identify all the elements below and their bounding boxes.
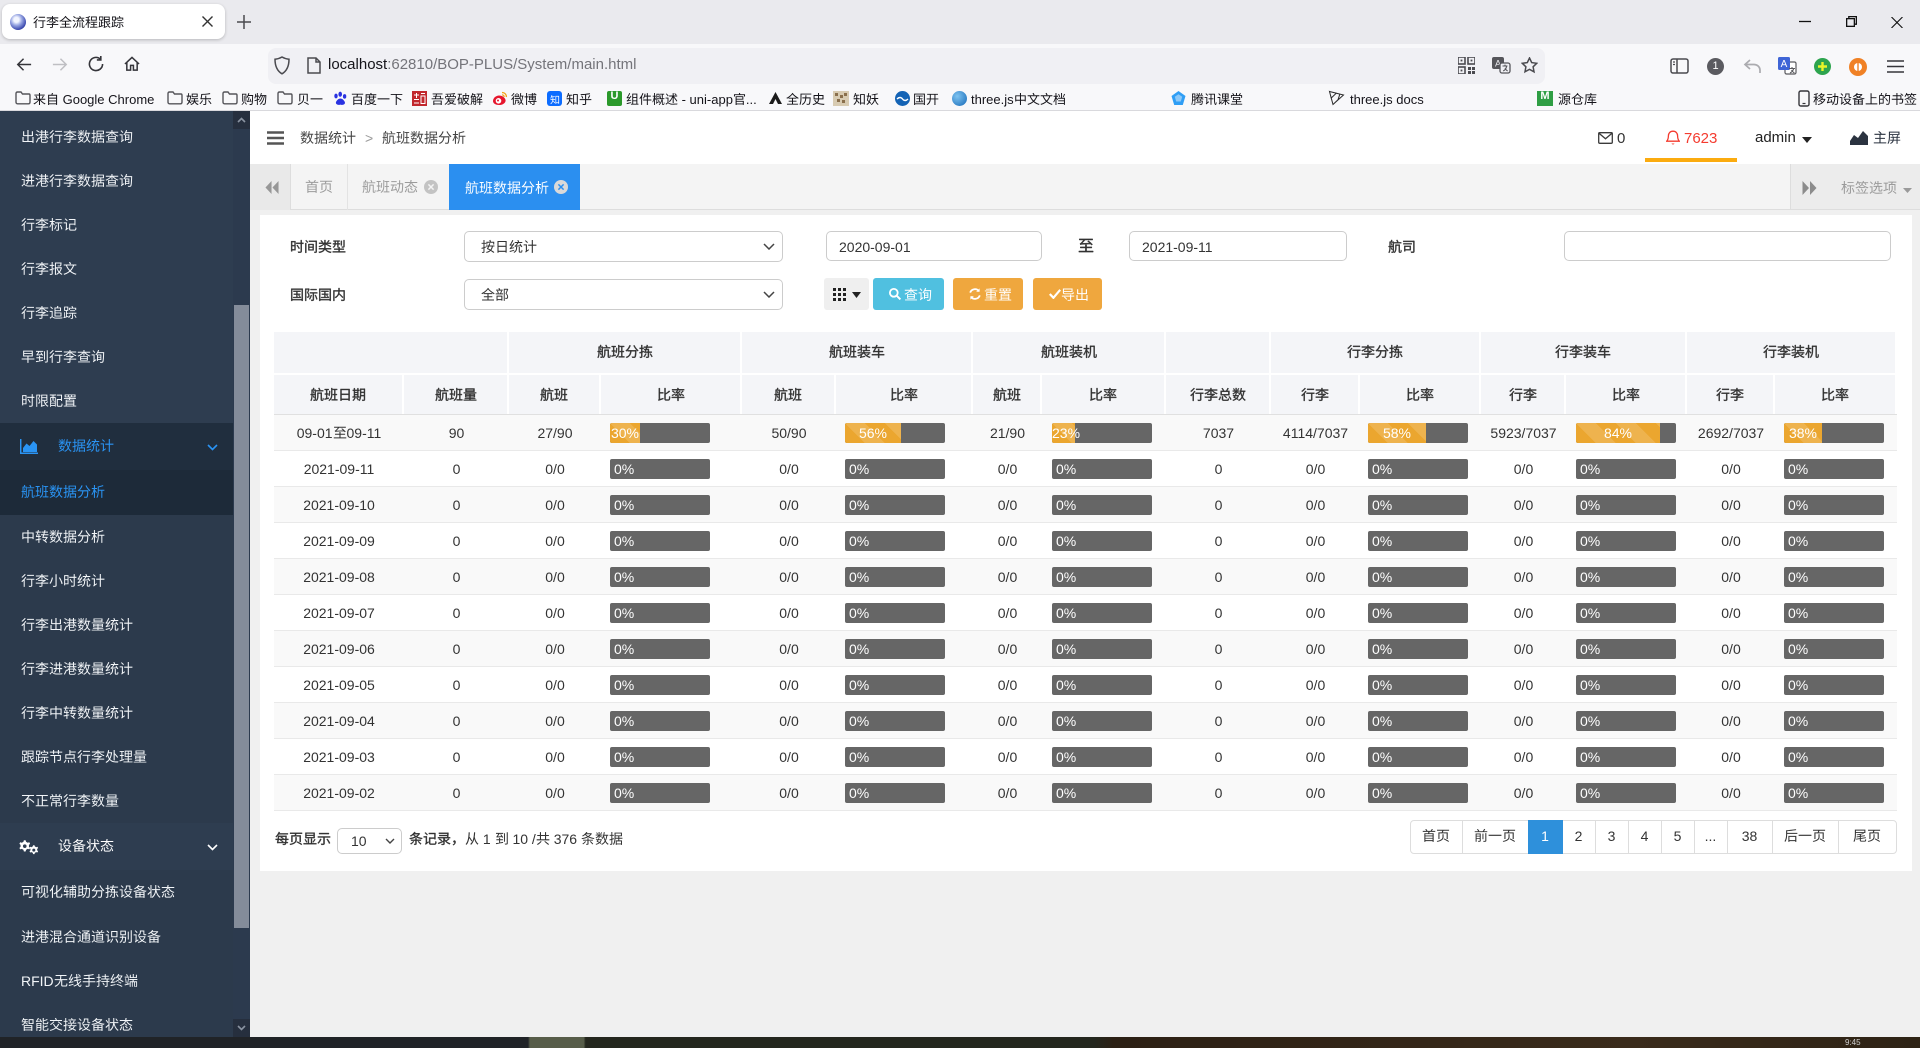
svg-text:A: A [1781, 59, 1788, 70]
